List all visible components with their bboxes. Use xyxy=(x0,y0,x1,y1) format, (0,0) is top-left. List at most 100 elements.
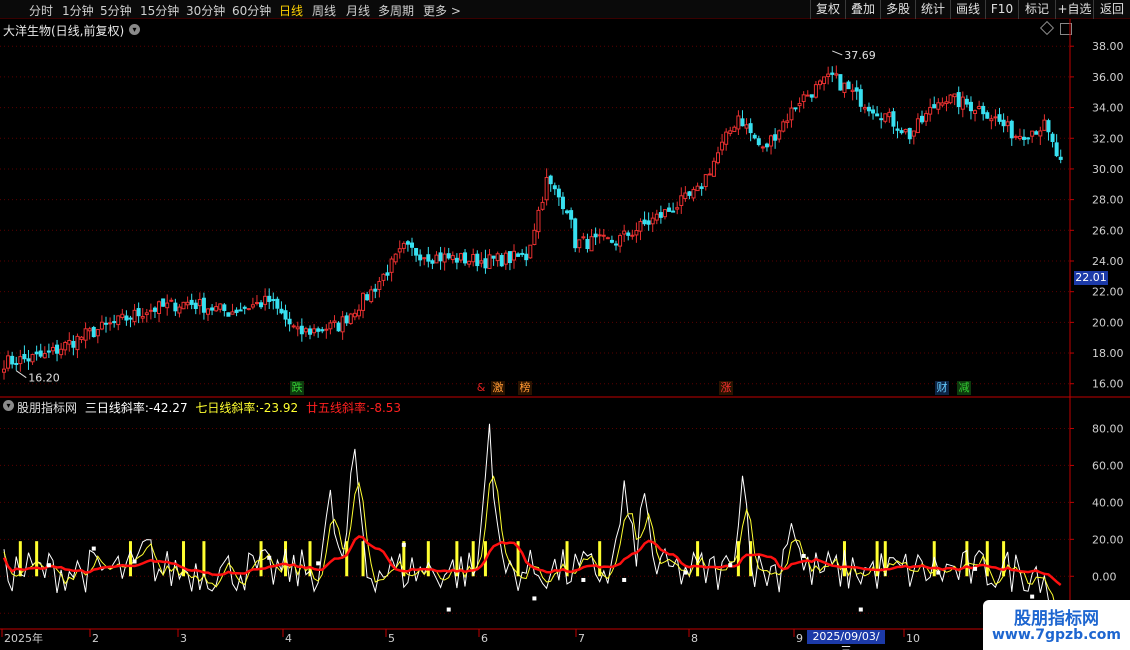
candle-body xyxy=(450,255,455,261)
candle-body xyxy=(279,308,284,314)
signal-marker[interactable]: 减 xyxy=(957,381,971,395)
panel-toggle-icon[interactable] xyxy=(1060,23,1072,35)
line1-value: -42.27 xyxy=(148,401,188,415)
candle-body xyxy=(10,355,15,365)
candle-body xyxy=(287,318,292,325)
candle-body xyxy=(740,118,745,127)
candle-body xyxy=(650,217,655,225)
signal-marker[interactable]: 涨 xyxy=(719,381,733,395)
toolbar-button[interactable]: 标记 xyxy=(1018,0,1055,19)
candle-body xyxy=(275,298,280,309)
candle-body xyxy=(271,299,276,302)
signal-bar xyxy=(842,541,846,577)
indicator-menu-icon[interactable]: ▾ xyxy=(3,400,14,411)
candle-body xyxy=(822,76,827,85)
candle-body xyxy=(185,301,190,306)
candle-body xyxy=(63,342,68,351)
square-marker xyxy=(316,561,321,566)
candle-body xyxy=(426,254,431,262)
candle-body xyxy=(503,252,508,265)
candle-body xyxy=(487,254,492,269)
timeframe-tab[interactable]: 多周期 xyxy=(378,2,414,19)
candle-body xyxy=(993,116,998,119)
candle-body xyxy=(593,233,598,238)
candle-body xyxy=(226,312,231,317)
signal-marker[interactable]: & xyxy=(474,381,488,395)
series-seven-day-slope xyxy=(3,475,1062,625)
candle-body xyxy=(140,316,145,319)
timeframe-tab[interactable]: 分时 xyxy=(29,2,53,19)
timeframe-tab[interactable]: 更多 > xyxy=(423,2,461,19)
signal-marker[interactable]: 榜 xyxy=(518,381,532,395)
timeframe-tab[interactable]: 15分钟 xyxy=(140,2,179,19)
signal-bar xyxy=(284,541,288,577)
toolbar-button[interactable]: F10 xyxy=(985,0,1018,19)
candle-body xyxy=(662,209,667,218)
toolbar-button[interactable]: 叠加 xyxy=(845,0,880,19)
toolbar-button[interactable]: 统计 xyxy=(915,0,950,19)
chevron-down-icon[interactable]: ▾ xyxy=(129,24,140,35)
candle-body xyxy=(410,242,414,248)
candle-body xyxy=(622,230,627,235)
timeframe-tab[interactable]: 5分钟 xyxy=(100,2,132,19)
watermark-title: 股朋指标网 xyxy=(1014,609,1099,629)
toolbar-button[interactable]: 复权 xyxy=(810,0,845,19)
timeframe-tab[interactable]: 周线 xyxy=(312,2,336,19)
timeframe-tab[interactable]: 月线 xyxy=(346,2,370,19)
candle-body xyxy=(813,84,818,98)
candle-body xyxy=(132,309,137,323)
candle-body xyxy=(34,351,39,355)
candle-body xyxy=(609,239,614,243)
candle-body xyxy=(1050,133,1055,143)
candle-body xyxy=(295,326,300,330)
candle-body xyxy=(642,219,647,225)
candle-body xyxy=(499,254,504,267)
candle-body xyxy=(707,173,712,176)
candle-body xyxy=(71,340,76,348)
line3-value: -8.53 xyxy=(370,401,402,415)
diamond-icon[interactable] xyxy=(1039,20,1055,36)
candle-body xyxy=(785,120,790,123)
signal-marker[interactable]: 跌 xyxy=(290,381,304,395)
candle-body xyxy=(573,218,578,249)
toolbar-button[interactable]: 返回 xyxy=(1093,0,1130,19)
price-tick-label: 24.00 xyxy=(1092,255,1124,268)
timeframe-tab[interactable]: 30分钟 xyxy=(186,2,225,19)
toolbar-button[interactable]: +自选 xyxy=(1055,0,1093,19)
candle-body xyxy=(516,253,521,257)
candle-body xyxy=(414,247,419,256)
toolbar-button[interactable]: 多股 xyxy=(880,0,915,19)
signal-bar xyxy=(875,541,879,577)
candle-body xyxy=(732,126,737,133)
timeframe-tab[interactable]: 60分钟 xyxy=(232,2,271,19)
signal-marker[interactable]: 激 xyxy=(491,381,505,395)
candle-body xyxy=(724,131,729,145)
candle-body xyxy=(601,234,606,237)
price-chart: 16.0018.0020.0022.0024.0026.0028.0030.00… xyxy=(0,19,1130,650)
candle-body xyxy=(683,192,688,199)
candle-body xyxy=(46,350,51,353)
candle-body xyxy=(556,188,561,198)
candle-body xyxy=(75,335,80,351)
candle-body xyxy=(944,101,949,105)
square-marker xyxy=(683,570,688,575)
candle-body xyxy=(646,220,651,225)
candle-body xyxy=(667,207,672,212)
candle-body xyxy=(973,110,978,114)
signal-marker[interactable]: 财 xyxy=(935,381,949,395)
candle-body xyxy=(234,309,239,313)
date-tick-label: 7 xyxy=(578,632,585,645)
square-marker xyxy=(267,555,272,560)
timeframe-tab[interactable]: 日线 xyxy=(279,2,303,19)
timeframe-tab[interactable]: 1分钟 xyxy=(62,2,94,19)
candle-body xyxy=(356,309,361,317)
candle-body xyxy=(124,315,129,321)
candle-body xyxy=(964,98,969,105)
indicator-tick-label: 0.00 xyxy=(1092,570,1117,583)
candle-body xyxy=(1042,119,1047,131)
candle-body xyxy=(805,94,810,97)
candle-body xyxy=(214,306,219,312)
toolbar-button[interactable]: 画线 xyxy=(950,0,985,19)
candle-body xyxy=(540,201,545,210)
candle-body xyxy=(658,212,663,218)
